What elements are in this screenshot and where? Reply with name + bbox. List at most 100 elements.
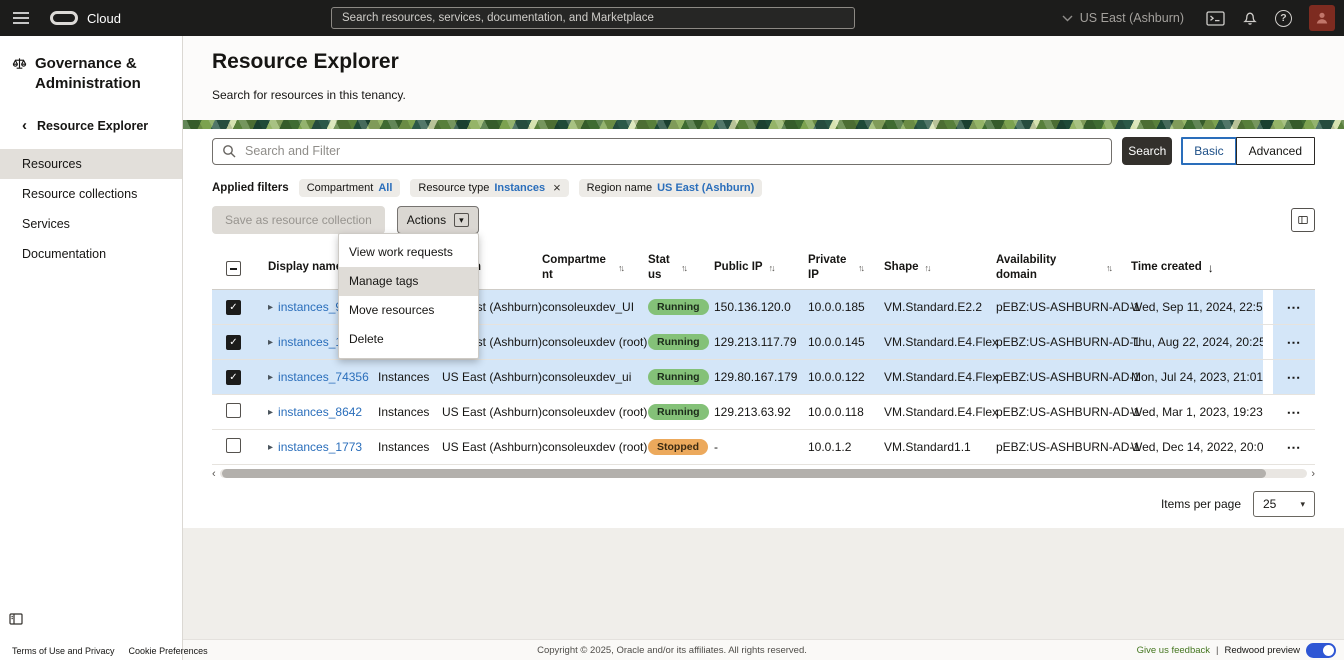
- help-icon[interactable]: ?: [1275, 10, 1292, 27]
- column-label: Shape: [884, 260, 919, 274]
- sidebar-context-header[interactable]: ‹ Resource Explorer: [0, 119, 182, 145]
- table-row[interactable]: ▸ instances_8642 Instances US East (Ashb…: [212, 395, 1315, 430]
- search-row: Search Basic Advanced: [212, 137, 1315, 165]
- sidebar-item-resources[interactable]: Resources: [0, 149, 182, 179]
- cell-time-created: Mon, Jul 24, 2023, 21:01:31 U: [1111, 370, 1263, 384]
- sidebar-section-header: Governance & Administration: [0, 36, 182, 95]
- pinned-column-divider: [1263, 246, 1273, 289]
- scroll-right-icon[interactable]: ›: [1311, 469, 1315, 479]
- scrollbar-track: [220, 469, 1308, 478]
- table-row[interactable]: ▸ instances_1773 Instances US East (Ashb…: [212, 430, 1315, 465]
- hamburger-menu-icon[interactable]: [12, 11, 30, 25]
- chip-value[interactable]: Instances: [494, 182, 545, 194]
- menu-item-delete[interactable]: Delete: [339, 325, 478, 354]
- search-button[interactable]: Search: [1122, 137, 1172, 165]
- chip-value[interactable]: All: [378, 182, 392, 194]
- expand-row-icon[interactable]: ▸: [268, 337, 273, 348]
- cell-region: US East (Ashburn): [422, 405, 522, 419]
- horizontal-scrollbar: ‹ ›: [212, 467, 1315, 480]
- menu-item-view-work-requests[interactable]: View work requests: [339, 238, 478, 267]
- pinned-column-divider: [1263, 360, 1273, 394]
- sidebar-item-resource-collections[interactable]: Resource collections: [0, 179, 182, 209]
- row-checkbox[interactable]: ✓: [226, 335, 241, 350]
- cell-compartment: consoleuxdev_ui: [522, 370, 628, 384]
- redwood-preview-toggle[interactable]: [1306, 643, 1336, 658]
- column-header-private-ip[interactable]: Private IP ↑↓: [788, 253, 864, 282]
- expand-row-icon[interactable]: ▸: [268, 407, 273, 418]
- cookie-preferences-link[interactable]: Cookie Preferences: [129, 646, 208, 656]
- region-selector[interactable]: US East (Ashburn): [1080, 11, 1184, 25]
- sort-desc-icon: ↓: [1208, 261, 1214, 275]
- resource-link[interactable]: instances_8642: [278, 405, 362, 419]
- row-actions-button[interactable]: ⋯: [1273, 404, 1315, 421]
- column-header-status[interactable]: Status ↑↓: [628, 253, 694, 282]
- scrollbar-thumb[interactable]: [222, 469, 1266, 478]
- chevron-down-icon: ▾: [454, 213, 469, 227]
- row-actions-button[interactable]: ⋯: [1273, 369, 1315, 386]
- expand-row-icon[interactable]: ▸: [268, 372, 273, 383]
- feedback-link[interactable]: Give us feedback: [1137, 645, 1210, 656]
- cell-compartment: consoleuxdev (root): [522, 335, 628, 349]
- search-filter-input[interactable]: [212, 138, 1112, 165]
- row-actions-button[interactable]: ⋯: [1273, 334, 1315, 351]
- column-label: Availability domain: [996, 253, 1100, 282]
- menu-item-manage-tags[interactable]: Manage tags: [339, 267, 478, 296]
- app-root: Cloud US East (Ashburn) ?: [0, 0, 1344, 660]
- expand-row-icon[interactable]: ▸: [268, 302, 273, 313]
- ellipsis-icon: ⋯: [1287, 299, 1302, 315]
- basic-mode-button[interactable]: Basic: [1181, 137, 1236, 165]
- column-header-availability-domain[interactable]: Availability domain ↑↓: [976, 253, 1111, 282]
- governance-icon: [12, 56, 27, 95]
- cell-private-ip: 10.0.0.122: [788, 370, 864, 384]
- cell-resource-type: Instances: [358, 440, 422, 454]
- items-per-page-select[interactable]: 25 ▾: [1253, 491, 1315, 517]
- column-settings-button[interactable]: [1291, 208, 1315, 232]
- cell-time-created: Wed, Sep 11, 2024, 22:58:30 U: [1111, 300, 1263, 314]
- collapse-sidebar-icon[interactable]: [9, 612, 23, 630]
- sidebar-item-documentation[interactable]: Documentation: [0, 239, 182, 269]
- main-area: Resource Explorer Search for resources i…: [183, 36, 1344, 660]
- sidebar-item-services[interactable]: Services: [0, 209, 182, 239]
- advanced-mode-button[interactable]: Advanced: [1236, 137, 1315, 165]
- question-glyph: ?: [1280, 12, 1286, 24]
- row-actions-button[interactable]: ⋯: [1273, 439, 1315, 456]
- row-checkbox[interactable]: [226, 403, 241, 418]
- chip-value[interactable]: US East (Ashburn): [657, 182, 754, 194]
- resource-link[interactable]: instances_1773: [278, 440, 362, 454]
- select-all-checkbox[interactable]: [226, 261, 241, 276]
- sidebar-footer: Terms of Use and Privacy Cookie Preferen…: [12, 646, 208, 656]
- column-header-public-ip[interactable]: Public IP ↑↓: [694, 260, 788, 274]
- cell-shape: VM.Standard.E2.2: [864, 300, 976, 314]
- save-as-resource-collection-button[interactable]: Save as resource collection: [212, 206, 385, 234]
- ellipsis-icon: ⋯: [1287, 404, 1302, 420]
- sort-icon: ↑↓: [925, 263, 930, 273]
- cell-region: US East (Ashburn): [422, 440, 522, 454]
- row-checkbox[interactable]: ✓: [226, 300, 241, 315]
- global-search-input[interactable]: [331, 7, 855, 29]
- back-chevron-icon[interactable]: ‹: [22, 121, 27, 131]
- notifications-bell-icon[interactable]: [1242, 10, 1258, 26]
- column-header-time-created[interactable]: Time created ↓: [1111, 260, 1263, 274]
- terms-link[interactable]: Terms of Use and Privacy: [12, 646, 115, 656]
- row-actions-button[interactable]: ⋯: [1273, 299, 1315, 316]
- pinned-column-divider: [1263, 325, 1273, 359]
- expand-row-icon[interactable]: ▸: [268, 442, 273, 453]
- cell-availability-domain: pEBZ:US-ASHBURN-AD-1: [976, 440, 1111, 454]
- remove-filter-icon[interactable]: ×: [553, 183, 561, 193]
- table-row[interactable]: ✓ ▸ instances_74356 Instances US East (A…: [212, 360, 1315, 395]
- column-header-compartment[interactable]: Compartment ↑↓: [522, 253, 628, 282]
- scroll-left-icon[interactable]: ‹: [212, 469, 216, 479]
- chevron-down-icon: ▾: [1300, 499, 1305, 510]
- resource-link[interactable]: instances_74356: [278, 370, 369, 384]
- chevron-down-icon[interactable]: [1062, 15, 1073, 22]
- search-icon: [222, 144, 236, 163]
- row-checkbox[interactable]: ✓: [226, 370, 241, 385]
- actions-button[interactable]: Actions ▾: [397, 206, 479, 234]
- menu-item-move-resources[interactable]: Move resources: [339, 296, 478, 325]
- cloud-shell-icon[interactable]: [1206, 11, 1225, 26]
- user-avatar[interactable]: [1309, 5, 1335, 31]
- cell-time-created: Wed, Mar 1, 2023, 19:23:33 UT: [1111, 405, 1263, 419]
- brand-label: Cloud: [87, 11, 121, 26]
- row-checkbox[interactable]: [226, 438, 241, 453]
- column-header-shape[interactable]: Shape ↑↓: [864, 260, 976, 274]
